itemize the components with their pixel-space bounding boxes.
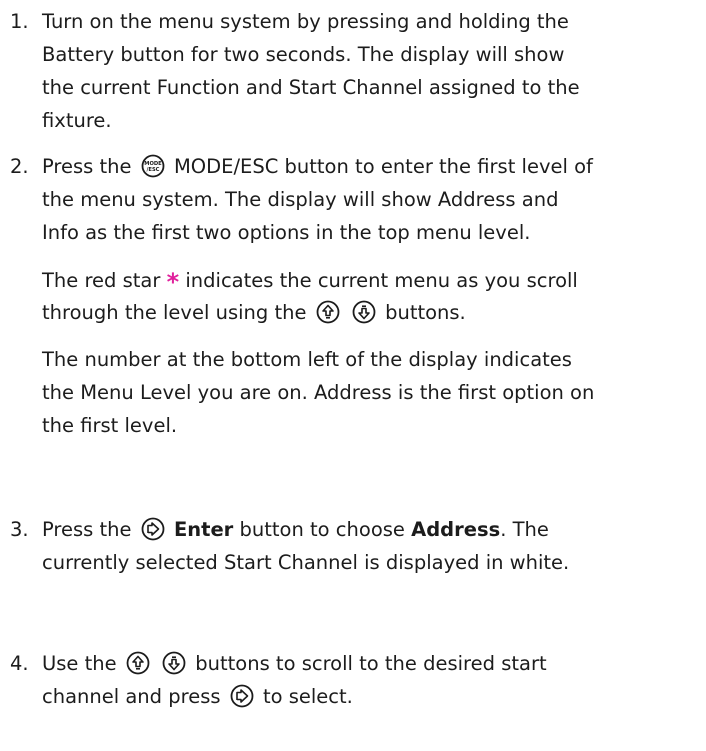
- step-text: channel and press: [42, 685, 221, 708]
- step-text: . The: [500, 518, 549, 541]
- enter-icon: [141, 517, 165, 541]
- step-text: Battery button for two seconds. The disp…: [42, 43, 565, 66]
- address-label: Address: [411, 518, 501, 541]
- step-text: Press the: [42, 518, 132, 541]
- step-text: Turn on the menu system by pressing and …: [42, 10, 569, 33]
- step-text: buttons to scroll to the desired start: [195, 652, 547, 675]
- step-text: The red star: [42, 269, 161, 292]
- red-star-icon: *: [166, 268, 180, 296]
- step-text: Press the: [42, 155, 132, 178]
- step-number: 4.: [10, 652, 29, 675]
- enter-icon: [230, 684, 254, 708]
- step-number: 1.: [10, 10, 29, 33]
- up-arrow-icon: [126, 651, 150, 675]
- enter-label: Enter: [173, 518, 234, 541]
- step-text: to select.: [262, 685, 353, 708]
- step-text: Info as the first two options in the top…: [42, 221, 531, 244]
- step-text: the Menu Level you are on. Address is th…: [42, 381, 595, 404]
- step-text: the current Function and Start Channel a…: [42, 76, 580, 99]
- step-text: The number at the bottom left of the dis…: [42, 348, 572, 371]
- mode-esc-icon: MODE /ESC: [141, 154, 165, 178]
- instruction-page: 1. Turn on the menu system by pressing an…: [0, 0, 706, 751]
- step-1: 1. Turn on the menu system by pressing an…: [10, 5, 700, 137]
- step-text: buttons.: [385, 301, 466, 324]
- svg-text:/ESC: /ESC: [146, 167, 159, 173]
- step-2: 2. Press the MODE /ESC MODE/ESC button to…: [10, 150, 700, 442]
- step-number: 3.: [10, 518, 29, 541]
- step-text: the first level.: [42, 414, 178, 437]
- step-number: 2.: [10, 155, 29, 178]
- step-text: MODE/ESC button to enter the first level…: [173, 155, 593, 178]
- step-text: the menu system. The display will show A…: [42, 188, 559, 211]
- down-arrow-icon: [162, 651, 186, 675]
- step-text: button to choose: [239, 518, 405, 541]
- step-text: fixture.: [42, 109, 112, 132]
- down-arrow-icon: [352, 300, 376, 324]
- step-3: 3. Press the Enter button to choose Addre…: [10, 513, 700, 579]
- step-text: currently selected Start Channel is disp…: [42, 551, 570, 574]
- up-arrow-icon: [316, 300, 340, 324]
- step-text: indicates the current menu as you scroll: [185, 269, 578, 292]
- step-4: 4. Use the buttons to scroll to the desir…: [10, 647, 700, 713]
- step-text: Use the: [42, 652, 117, 675]
- step-text: through the level using the: [42, 301, 307, 324]
